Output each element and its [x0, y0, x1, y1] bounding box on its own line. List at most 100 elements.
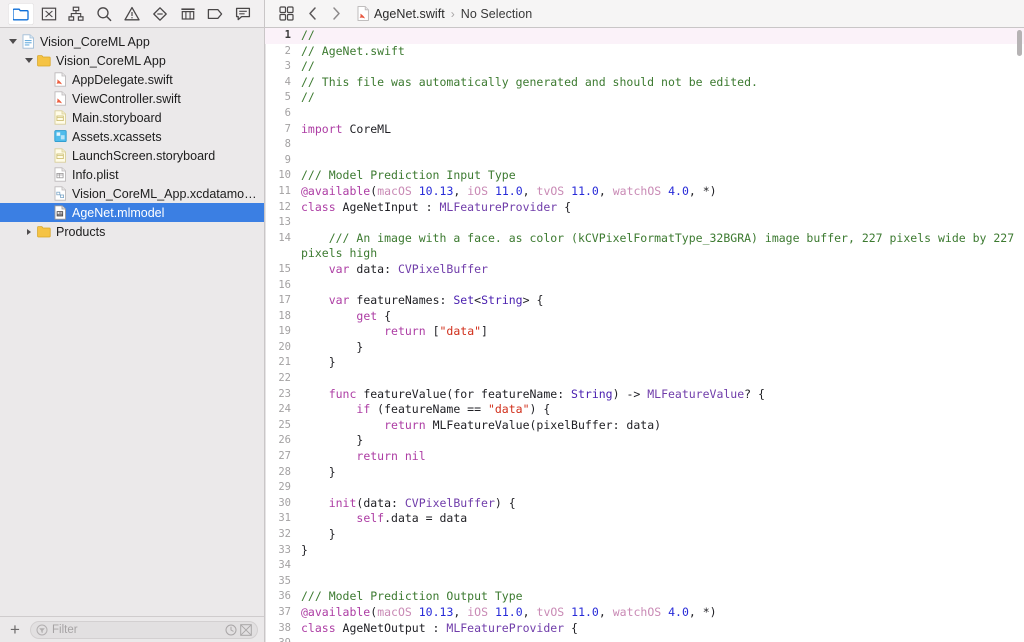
test-navigator-icon[interactable] — [147, 3, 173, 25]
code-line[interactable]: 5 // — [265, 90, 1024, 106]
code-line[interactable]: 23 func featureValue(for featureName: St… — [265, 387, 1024, 403]
code-line[interactable]: 28 } — [265, 465, 1024, 481]
code-line[interactable]: 26 } — [265, 433, 1024, 449]
code-line[interactable]: 31 self.data = data — [265, 511, 1024, 527]
navigator-row[interactable]: Products — [0, 222, 264, 241]
code-line-text[interactable]: // — [298, 28, 1024, 44]
code-line[interactable]: 8 — [265, 137, 1024, 153]
code-line-text[interactable]: } — [298, 355, 1024, 371]
code-line[interactable]: 22 — [265, 371, 1024, 387]
code-line[interactable]: 25 return MLFeatureValue(pixelBuffer: da… — [265, 418, 1024, 434]
code-line[interactable]: 39 — [265, 636, 1024, 642]
code-line[interactable]: 38 class AgeNetOutput : MLFeatureProvider… — [265, 621, 1024, 637]
code-line-text[interactable]: // — [298, 59, 1024, 75]
code-line-text[interactable]: /// An image with a face. as color (kCVP… — [298, 231, 1024, 262]
code-line-text[interactable]: return MLFeatureValue(pixelBuffer: data) — [298, 418, 1024, 434]
code-line-text[interactable] — [298, 558, 1024, 574]
filter-input[interactable]: Filter — [30, 620, 258, 639]
project-navigator-icon[interactable] — [8, 2, 34, 25]
code-line-text[interactable] — [298, 574, 1024, 590]
code-line-text[interactable]: } — [298, 340, 1024, 356]
navigator-row[interactable]: Assets.xcassets — [0, 127, 264, 146]
code-line-text[interactable]: } — [298, 543, 1024, 559]
code-line-text[interactable] — [298, 153, 1024, 169]
code-line[interactable]: 17 var featureNames: Set<String> { — [265, 293, 1024, 309]
code-line-text[interactable]: func featureValue(for featureName: Strin… — [298, 387, 1024, 403]
navigator-row[interactable]: Info.plist — [0, 165, 264, 184]
code-line[interactable]: 29 — [265, 480, 1024, 496]
code-line-text[interactable] — [298, 278, 1024, 294]
code-line[interactable]: 14 /// An image with a face. as color (k… — [265, 231, 1024, 262]
code-line[interactable]: 34 — [265, 558, 1024, 574]
code-line[interactable]: 10 /// Model Prediction Input Type — [265, 168, 1024, 184]
breadcrumb-selection[interactable]: No Selection — [461, 7, 532, 21]
code-line-text[interactable]: } — [298, 465, 1024, 481]
code-line-text[interactable]: self.data = data — [298, 511, 1024, 527]
navigator-row[interactable]: Main.storyboard — [0, 108, 264, 127]
editor-vertical-scrollbar[interactable] — [1015, 28, 1024, 642]
source-editor[interactable]: 1 // 2 // AgeNet.swift 3 // 4 // This file was … — [265, 28, 1024, 642]
code-line[interactable]: 18 get { — [265, 309, 1024, 325]
code-line[interactable]: 35 — [265, 574, 1024, 590]
clock-icon[interactable] — [225, 624, 237, 636]
breadcrumb-file[interactable]: AgeNet.swift — [374, 7, 445, 21]
code-line-text[interactable]: } — [298, 527, 1024, 543]
code-line[interactable]: 30 init(data: CVPixelBuffer) { — [265, 496, 1024, 512]
code-line[interactable]: 6 — [265, 106, 1024, 122]
breakpoint-navigator-icon[interactable] — [202, 3, 228, 25]
navigator-row[interactable]: Vision_CoreML App — [0, 32, 264, 51]
code-line-text[interactable]: import CoreML — [298, 122, 1024, 138]
report-navigator-icon[interactable] — [230, 3, 256, 25]
code-line[interactable]: 21 } — [265, 355, 1024, 371]
code-line-text[interactable]: class AgeNetInput : MLFeatureProvider { — [298, 200, 1024, 216]
code-line-text[interactable] — [298, 636, 1024, 642]
code-line[interactable]: 9 — [265, 153, 1024, 169]
code-line[interactable]: 24 if (featureName == "data") { — [265, 402, 1024, 418]
code-line-text[interactable]: @available(macOS 10.13, iOS 11.0, tvOS 1… — [298, 184, 1024, 200]
issue-navigator-icon[interactable] — [119, 3, 145, 25]
code-line-text[interactable]: if (featureName == "data") { — [298, 402, 1024, 418]
code-line[interactable]: 4 // This file was automatically generate… — [265, 75, 1024, 91]
code-line[interactable]: 2 // AgeNet.swift — [265, 44, 1024, 60]
code-line-text[interactable]: } — [298, 433, 1024, 449]
code-line-text[interactable] — [298, 215, 1024, 231]
symbol-navigator-icon[interactable] — [64, 3, 90, 25]
disclosure-triangle-icon[interactable] — [6, 32, 19, 51]
source-control-navigator-icon[interactable] — [36, 3, 62, 25]
disclosure-triangle-icon[interactable] — [22, 222, 35, 241]
navigator-tree[interactable]: Vision_CoreML App Vision_CoreML App AppDel… — [0, 28, 264, 616]
code-line[interactable]: 19 return ["data"] — [265, 324, 1024, 340]
code-line-text[interactable] — [298, 480, 1024, 496]
code-line-text[interactable] — [298, 137, 1024, 153]
code-line[interactable]: 15 var data: CVPixelBuffer — [265, 262, 1024, 278]
code-line-text[interactable]: /// Model Prediction Output Type — [298, 589, 1024, 605]
code-line-text[interactable] — [298, 371, 1024, 387]
code-line-text[interactable]: get { — [298, 309, 1024, 325]
breadcrumb[interactable]: AgeNet.swift › No Selection — [357, 6, 532, 21]
forward-button[interactable] — [327, 4, 345, 24]
disclosure-triangle-icon[interactable] — [22, 51, 35, 70]
code-line[interactable]: 12 class AgeNetInput : MLFeatureProvider … — [265, 200, 1024, 216]
code-area[interactable]: 1 // 2 // AgeNet.swift 3 // 4 // This file was … — [265, 28, 1024, 642]
navigator-row[interactable]: AppDelegate.swift — [0, 70, 264, 89]
find-navigator-icon[interactable] — [91, 3, 117, 25]
code-line[interactable]: 13 — [265, 215, 1024, 231]
code-line[interactable]: 1 // — [265, 28, 1024, 44]
code-line-text[interactable]: return nil — [298, 449, 1024, 465]
code-line[interactable]: 27 return nil — [265, 449, 1024, 465]
navigator-row[interactable]: AgeNet.mlmodel — [0, 203, 264, 222]
code-line-text[interactable]: init(data: CVPixelBuffer) { — [298, 496, 1024, 512]
code-line-text[interactable]: var featureNames: Set<String> { — [298, 293, 1024, 309]
code-line[interactable]: 20 } — [265, 340, 1024, 356]
code-line-text[interactable]: @available(macOS 10.13, iOS 11.0, tvOS 1… — [298, 605, 1024, 621]
back-button[interactable] — [303, 4, 321, 24]
navigator-row[interactable]: LaunchScreen.storyboard — [0, 146, 264, 165]
code-line-text[interactable]: /// Model Prediction Input Type — [298, 168, 1024, 184]
code-line[interactable]: 37 @available(macOS 10.13, iOS 11.0, tvOS… — [265, 605, 1024, 621]
add-file-button[interactable]: + — [6, 621, 24, 639]
source-control-filter-icon[interactable] — [240, 623, 252, 636]
code-line-text[interactable]: // This file was automatically generated… — [298, 75, 1024, 91]
code-line[interactable]: 7 import CoreML — [265, 122, 1024, 138]
navigator-row[interactable]: Vision_CoreML App — [0, 51, 264, 70]
code-line[interactable]: 3 // — [265, 59, 1024, 75]
